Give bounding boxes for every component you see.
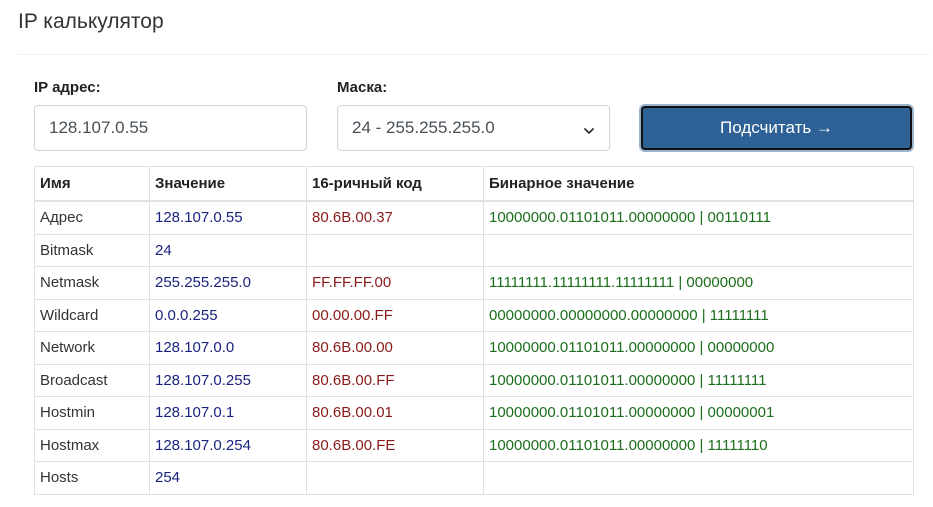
cell-name: Network [34,331,150,365]
cell-hex: 00.00.00.FF [306,298,484,332]
cell-binary: 10000000.01101011.00000000 | 00000001 [483,396,914,430]
table-row: Bitmask 24 [34,233,914,267]
calculate-button[interactable]: Подсчитать → [641,106,912,150]
header-value: Значение [149,166,307,202]
cell-binary: 10000000.01101011.00000000 | 00000000 [483,331,914,365]
cell-value: 128.107.0.254 [149,428,307,462]
cell-value: 128.107.0.255 [149,363,307,397]
cell-binary: 10000000.01101011.00000000 | 00110111 [483,200,914,235]
cell-name: Hosts [34,461,150,495]
header-hex: 16-ричный код [306,166,484,202]
table-row: Адрес 128.107.0.55 80.6B.00.37 10000000.… [34,200,914,235]
cell-binary [483,233,914,267]
table-row: Wildcard 0.0.0.255 00.00.00.FF 00000000.… [34,298,914,332]
ip-address-label: IP адрес: [34,79,101,96]
table-row: Hostmin 128.107.0.1 80.6B.00.01 10000000… [34,396,914,430]
cell-value: 128.107.0.0 [149,331,307,365]
cell-hex [306,233,484,267]
cell-binary: 10000000.01101011.00000000 | 11111110 [483,428,914,462]
cell-value: 128.107.0.55 [149,200,307,235]
cell-hex: 80.6B.00.00 [306,331,484,365]
table-row: Hostmax 128.107.0.254 80.6B.00.FE 100000… [34,428,914,462]
cell-hex: 80.6B.00.FF [306,363,484,397]
cell-name: Broadcast [34,363,150,397]
cell-value: 254 [149,461,307,495]
table-row: Hosts 254 [34,461,914,495]
title-divider [18,54,930,55]
page-title: IP калькулятор [18,10,164,33]
cell-binary: 11111111.11111111.11111111 | 00000000 [483,266,914,300]
mask-label: Маска: [337,79,388,96]
table-header-row: Имя Значение 16-ричный код Бинарное знач… [34,166,914,202]
result-table: Имя Значение 16-ричный код Бинарное знач… [34,166,914,495]
cell-name: Hostmax [34,428,150,462]
header-binary: Бинарное значение [483,166,914,202]
cell-value: 128.107.0.1 [149,396,307,430]
cell-hex: 80.6B.00.37 [306,200,484,235]
cell-hex: 80.6B.00.01 [306,396,484,430]
cell-hex [306,461,484,495]
mask-select[interactable]: 24 - 255.255.255.0 [337,105,610,151]
cell-name: Hostmin [34,396,150,430]
header-name: Имя [34,166,150,202]
table-row: Netmask 255.255.255.0 FF.FF.FF.00 111111… [34,266,914,300]
cell-value: 255.255.255.0 [149,266,307,300]
cell-name: Wildcard [34,298,150,332]
cell-value: 0.0.0.255 [149,298,307,332]
cell-name: Netmask [34,266,150,300]
ip-address-input[interactable] [34,105,307,151]
mask-select-value: 24 - 255.255.255.0 [352,118,495,137]
cell-binary: 10000000.01101011.00000000 | 11111111 [483,363,914,397]
cell-binary: 00000000.00000000.00000000 | 11111111 [483,298,914,332]
chevron-down-icon [583,122,595,134]
cell-name: Bitmask [34,233,150,267]
table-row: Broadcast 128.107.0.255 80.6B.00.FF 1000… [34,363,914,397]
cell-value: 24 [149,233,307,267]
cell-name: Адрес [34,200,150,235]
cell-binary [483,461,914,495]
cell-hex: 80.6B.00.FE [306,428,484,462]
cell-hex: FF.FF.FF.00 [306,266,484,300]
table-row: Network 128.107.0.0 80.6B.00.00 10000000… [34,331,914,365]
